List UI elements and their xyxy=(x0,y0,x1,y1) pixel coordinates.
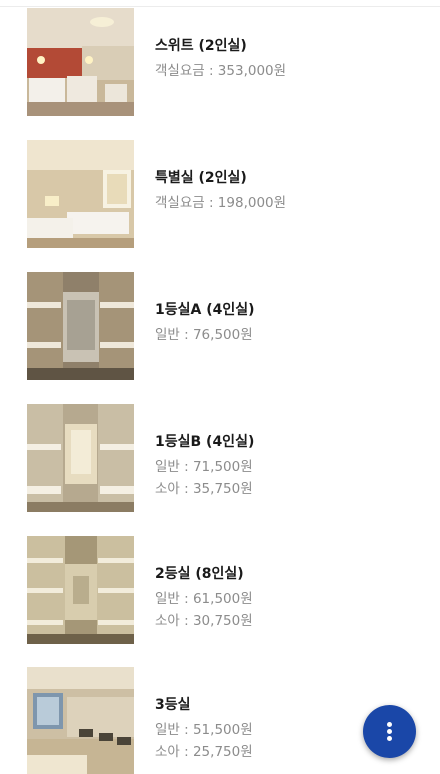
room-info: 1등실A (4인실) 일반 : 76,500원 xyxy=(155,300,255,346)
room-info: 특별실 (2인실) 객실요금 : 198,000원 xyxy=(155,168,286,214)
room-info: 2등실 (8인실) 일반 : 61,500원 소아 : 30,750원 xyxy=(155,564,253,632)
room-name: 1등실B (4인실) xyxy=(155,434,255,450)
more-vertical-icon xyxy=(387,722,392,727)
room-item-second-class[interactable]: 2등실 (8인실) 일반 : 61,500원 소아 : 30,750원 xyxy=(0,536,440,644)
room-price: 객실요금 : 198,000원 xyxy=(155,195,287,211)
room-price-adult: 일반 : 51,500원 xyxy=(155,722,253,738)
room-price-child: 소아 : 25,750원 xyxy=(155,744,253,760)
third-class-room-photo xyxy=(27,667,134,774)
room-price-child: 소아 : 35,750원 xyxy=(155,481,253,497)
special-room-photo xyxy=(27,140,134,248)
room-list-page: 스위트 (2인실) 객실요금 : 353,000원 특별실 (2인실) 객실요금… xyxy=(0,0,440,774)
more-vertical-icon-dot xyxy=(387,729,392,734)
top-divider xyxy=(0,6,440,7)
room-price-adult: 일반 : 71,500원 xyxy=(155,459,253,475)
room-price-adult: 일반 : 61,500원 xyxy=(155,591,253,607)
suite-room-photo xyxy=(27,8,134,116)
first-class-a-room-photo xyxy=(27,272,134,380)
room-price: 일반 : 76,500원 xyxy=(155,327,253,343)
first-class-b-room-photo xyxy=(27,404,134,512)
second-class-room-photo xyxy=(27,536,134,644)
room-item-first-class-a[interactable]: 1등실A (4인실) 일반 : 76,500원 xyxy=(0,272,440,380)
room-info: 스위트 (2인실) 객실요금 : 353,000원 xyxy=(155,36,286,82)
room-name: 스위트 (2인실) xyxy=(155,38,247,54)
room-name: 2등실 (8인실) xyxy=(155,566,244,582)
more-options-button[interactable] xyxy=(363,705,416,758)
room-item-first-class-b[interactable]: 1등실B (4인실) 일반 : 71,500원 소아 : 35,750원 xyxy=(0,404,440,512)
room-price-child: 소아 : 30,750원 xyxy=(155,613,253,629)
room-item-suite[interactable]: 스위트 (2인실) 객실요금 : 353,000원 xyxy=(0,8,440,116)
room-info: 3등실 일반 : 51,500원 소아 : 25,750원 xyxy=(155,695,253,763)
room-price: 객실요금 : 353,000원 xyxy=(155,63,287,79)
more-vertical-icon-dot xyxy=(387,736,392,741)
room-item-special[interactable]: 특별실 (2인실) 객실요금 : 198,000원 xyxy=(0,140,440,248)
room-name: 3등실 xyxy=(155,697,191,713)
room-name: 1등실A (4인실) xyxy=(155,302,255,318)
room-name: 특별실 (2인실) xyxy=(155,170,247,186)
room-info: 1등실B (4인실) 일반 : 71,500원 소아 : 35,750원 xyxy=(155,432,254,500)
